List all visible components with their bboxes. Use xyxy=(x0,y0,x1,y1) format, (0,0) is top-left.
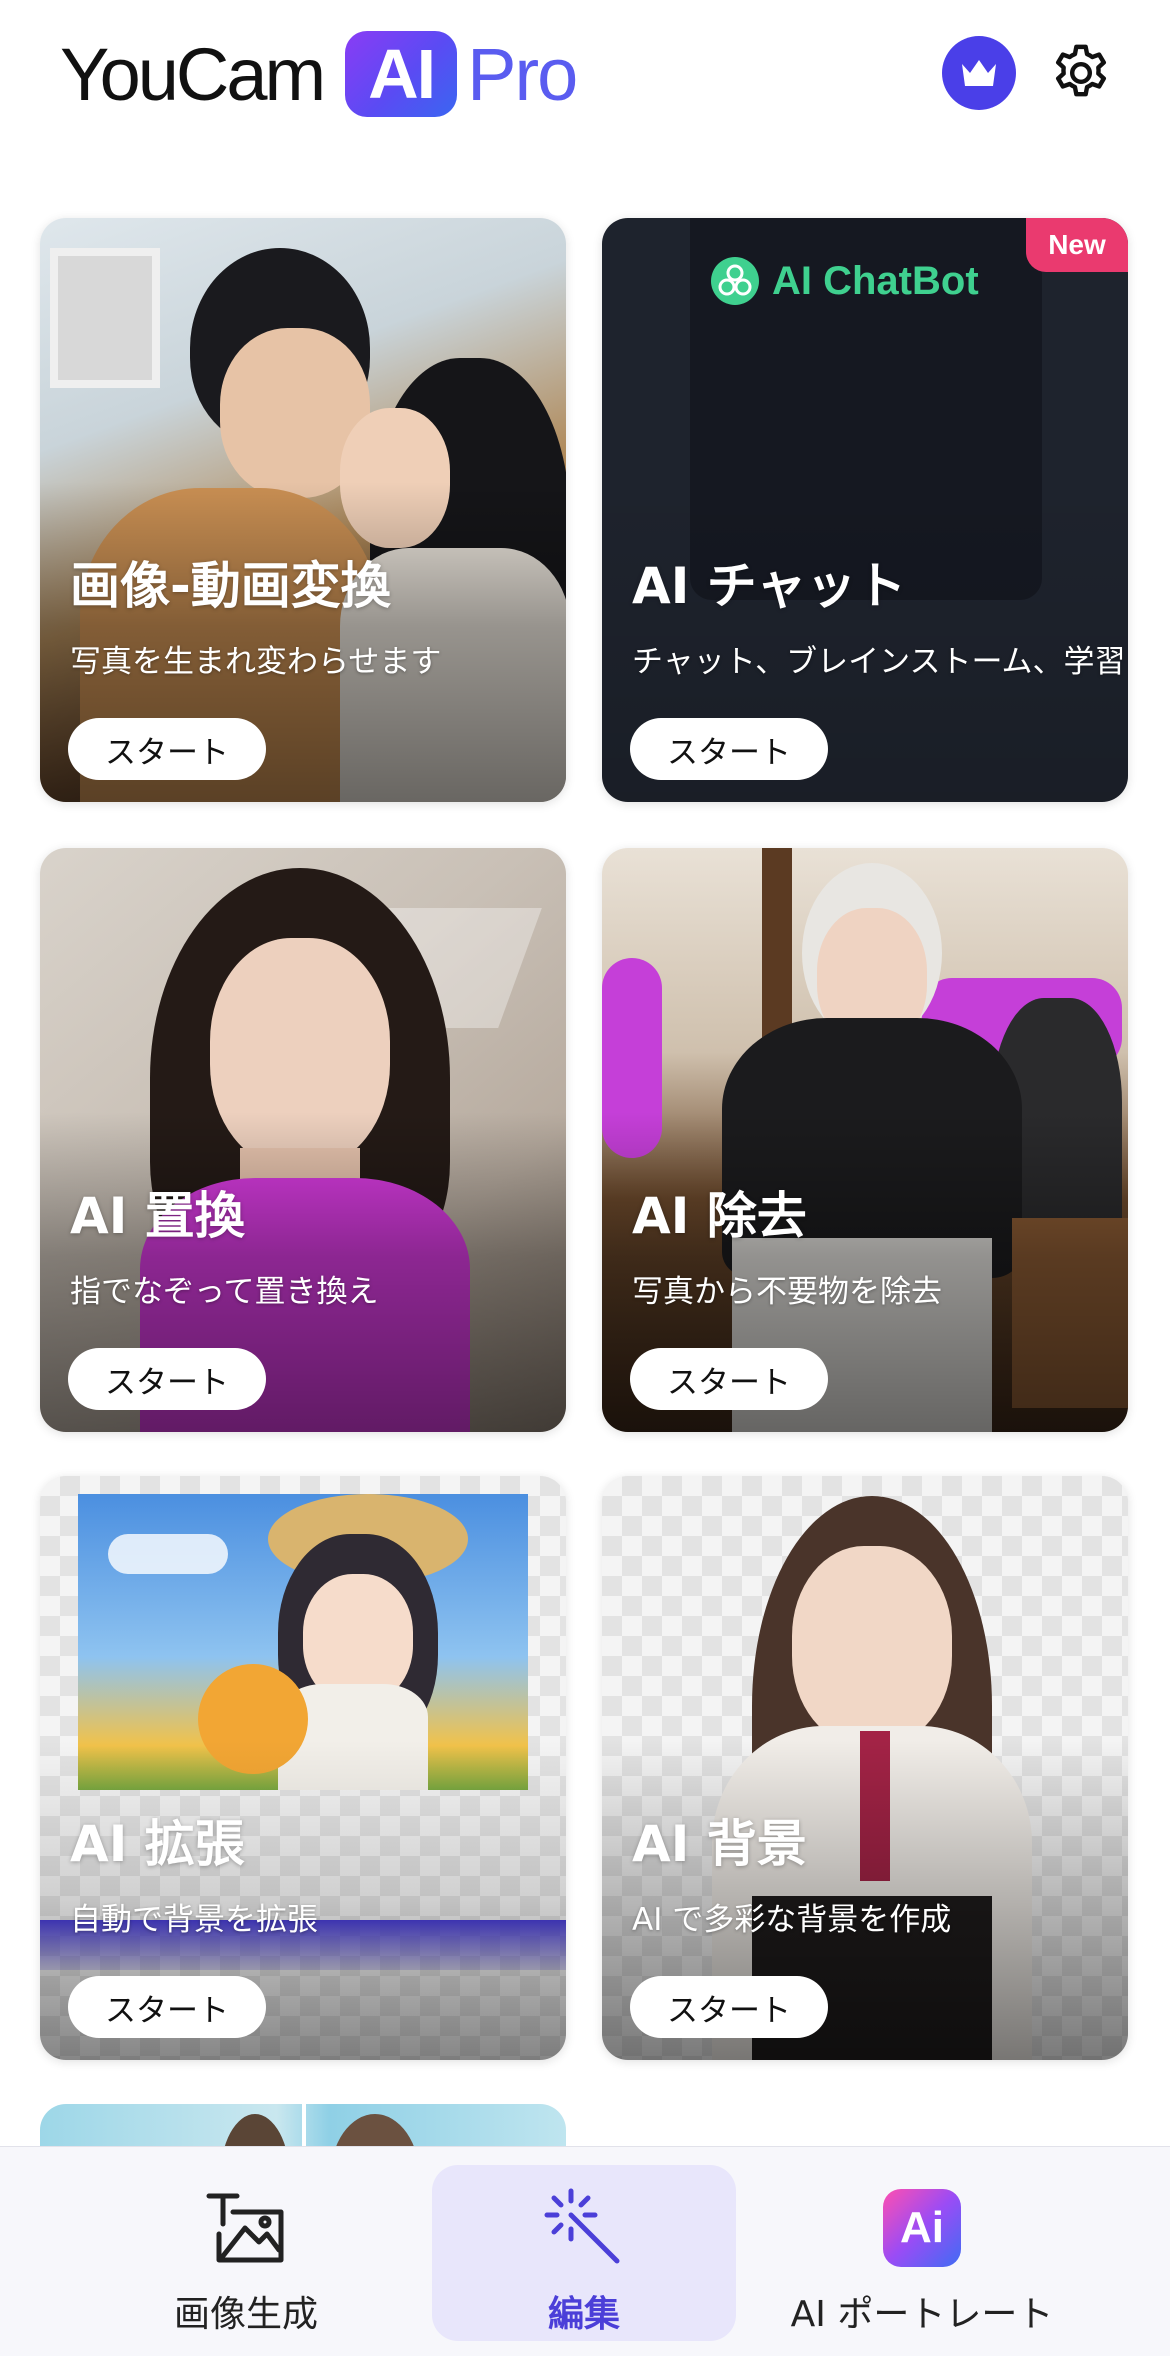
card-title: AI 背景 xyxy=(632,1815,807,1873)
nav-item-ai-portrait[interactable]: Ai AI ポートレート xyxy=(770,2165,1074,2341)
new-badge: New xyxy=(1026,218,1128,272)
ai-portrait-icon-badge: Ai xyxy=(883,2189,961,2267)
start-button[interactable]: スタート xyxy=(630,718,828,780)
app-header: YouCam AI Pro xyxy=(0,0,1170,150)
card-title: AI 置換 xyxy=(70,1187,245,1245)
chatbot-logo: AI ChatBot xyxy=(710,256,979,306)
card-ai-replace[interactable]: AI 置換 指でなぞって置き換え スタート xyxy=(40,848,566,1432)
card-ai-background[interactable]: AI 背景 AI で多彩な背景を作成 スタート xyxy=(602,1476,1128,2060)
card-subtitle: 指でなぞって置き換え xyxy=(70,1274,379,1310)
card-image-to-video[interactable]: 画像-動画変換 写真を生まれ変わらせます スタート xyxy=(40,218,566,802)
chatbot-icon xyxy=(711,257,759,305)
app-logo: YouCam AI Pro xyxy=(60,28,578,120)
gear-icon xyxy=(1055,44,1107,97)
logo-ai-badge: AI xyxy=(345,31,458,117)
card-ai-remove[interactable]: AI 除去 写真から不要物を除去 スタート xyxy=(602,848,1128,1432)
card-title: AI 拡張 xyxy=(70,1815,245,1873)
nav-item-image-generation[interactable]: 画像生成 xyxy=(94,2165,398,2341)
card-subtitle: AI で多彩な背景を作成 xyxy=(632,1902,952,1938)
start-button[interactable]: スタート xyxy=(630,1348,828,1410)
card-ai-chat[interactable]: AI ChatBot New AI チャット チャット、ブレインストーム、学習 … xyxy=(602,218,1128,802)
nav-label: 編集 xyxy=(547,2294,620,2335)
settings-button[interactable] xyxy=(1044,36,1118,110)
card-subtitle: チャット、ブレインストーム、学習 xyxy=(632,644,1126,680)
card-ai-expand[interactable]: AI 拡張 自動で背景を拡張 スタート xyxy=(40,1476,566,2060)
bottom-navigation: 画像生成 編集 Ai AI ポートレート xyxy=(0,2146,1170,2356)
start-button[interactable]: スタート xyxy=(68,718,266,780)
card-title: 画像-動画変換 xyxy=(70,557,391,615)
card-title: AI 除去 xyxy=(632,1187,807,1245)
card-subtitle: 写真を生まれ変わらせます xyxy=(70,644,442,680)
crown-icon xyxy=(962,60,996,86)
chatbot-banner-text: AI ChatBot xyxy=(772,258,979,303)
card-subtitle: 写真から不要物を除去 xyxy=(632,1274,942,1310)
card-title: AI チャット xyxy=(632,557,907,615)
start-button[interactable]: スタート xyxy=(68,1348,266,1410)
nav-item-edit[interactable]: 編集 xyxy=(432,2165,736,2341)
nav-label: AI ポートレート xyxy=(790,2294,1054,2335)
premium-crown-button[interactable] xyxy=(942,36,1016,110)
magic-wand-icon xyxy=(541,2185,627,2271)
nav-label: 画像生成 xyxy=(173,2294,318,2335)
text-to-image-icon xyxy=(203,2185,289,2271)
ai-portrait-icon: Ai xyxy=(879,2185,965,2271)
card-subtitle: 自動で背景を拡張 xyxy=(70,1902,318,1938)
start-button[interactable]: スタート xyxy=(630,1976,828,2038)
logo-youcam-text: YouCam xyxy=(60,32,326,116)
start-button[interactable]: スタート xyxy=(68,1976,266,2038)
logo-pro-text: Pro xyxy=(467,32,578,116)
